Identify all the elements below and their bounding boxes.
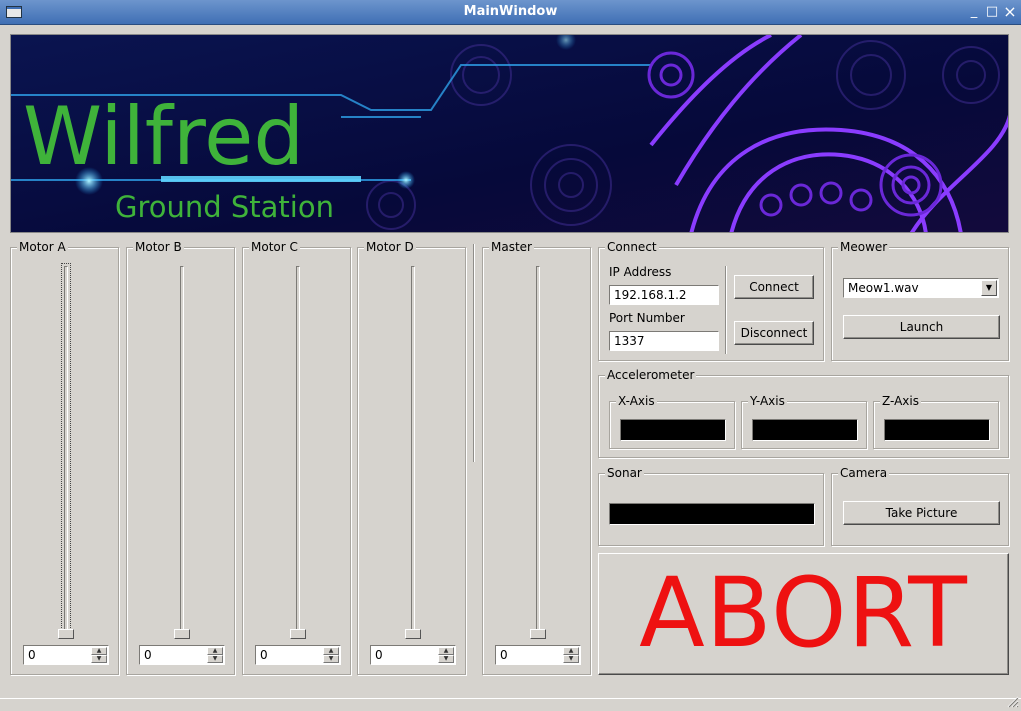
- slider-handle[interactable]: [58, 629, 74, 639]
- x-axis-display: [620, 419, 726, 441]
- motor-d-spinbox[interactable]: 0 ▲ ▼: [370, 645, 456, 665]
- window-titlebar[interactable]: MainWindow _ □ ×: [0, 0, 1021, 25]
- banner-image: Wilfred Ground Station: [10, 34, 1009, 233]
- motor-c-spinbox[interactable]: 0 ▲ ▼: [255, 645, 341, 665]
- sonar-display: [609, 503, 815, 525]
- spin-up-icon[interactable]: ▲: [438, 647, 454, 655]
- spin-up-icon[interactable]: ▲: [323, 647, 339, 655]
- camera-group-label: Camera: [838, 466, 890, 480]
- master-value: 0: [500, 648, 508, 662]
- master-slider[interactable]: [529, 266, 547, 639]
- motor-b-spinbox[interactable]: 0 ▲ ▼: [139, 645, 225, 665]
- dropdown-arrow-icon[interactable]: ▼: [981, 280, 997, 296]
- ip-address-label: IP Address: [609, 265, 672, 279]
- port-number-input[interactable]: 1337: [609, 331, 719, 351]
- accelerometer-group: Accelerometer X-Axis Y-Axis Z-Axis: [598, 368, 1009, 458]
- accelerometer-group-label: Accelerometer: [605, 368, 697, 382]
- x-axis-group: X-Axis: [609, 394, 735, 449]
- slider-handle[interactable]: [290, 629, 306, 639]
- launch-button[interactable]: Launch: [843, 315, 1000, 339]
- spin-down-icon[interactable]: ▼: [323, 655, 339, 663]
- meower-group-label: Meower: [838, 240, 890, 254]
- connect-group-label: Connect: [605, 240, 659, 254]
- window-title: MainWindow: [463, 4, 558, 19]
- master-spinbox[interactable]: 0 ▲ ▼: [495, 645, 581, 665]
- motor-a-label: Motor A: [17, 240, 68, 254]
- master-label: Master: [489, 240, 534, 254]
- connect-button[interactable]: Connect: [734, 275, 814, 299]
- motor-c-value: 0: [260, 648, 268, 662]
- motor-a-value: 0: [28, 648, 36, 662]
- motor-a-spinbox[interactable]: 0 ▲ ▼: [23, 645, 109, 665]
- spin-up-icon[interactable]: ▲: [207, 647, 223, 655]
- banner-subtitle: Ground Station: [115, 190, 334, 224]
- spin-down-icon[interactable]: ▼: [207, 655, 223, 663]
- z-axis-label: Z-Axis: [880, 394, 921, 408]
- y-axis-group: Y-Axis: [741, 394, 867, 449]
- disconnect-button[interactable]: Disconnect: [734, 321, 814, 345]
- size-grip-icon[interactable]: [1007, 696, 1019, 708]
- spin-up-icon[interactable]: ▲: [91, 647, 107, 655]
- port-number-label: Port Number: [609, 311, 685, 325]
- camera-group: Camera Take Picture: [831, 466, 1009, 546]
- motor-c-group: Motor C 0 ▲ ▼: [242, 240, 351, 675]
- motor-c-slider[interactable]: [289, 266, 307, 639]
- motor-d-slider[interactable]: [404, 266, 422, 639]
- close-icon[interactable]: ×: [1002, 4, 1018, 20]
- meower-group: Meower Meow1.wav ▼ Launch: [831, 240, 1009, 361]
- motor-d-group: Motor D 0 ▲ ▼: [357, 240, 466, 675]
- motor-b-value: 0: [144, 648, 152, 662]
- motor-d-value: 0: [375, 648, 383, 662]
- connect-divider: [725, 266, 727, 354]
- slider-handle[interactable]: [530, 629, 546, 639]
- z-axis-group: Z-Axis: [873, 394, 999, 449]
- master-group: Master 0 ▲ ▼: [482, 240, 591, 675]
- y-axis-display: [752, 419, 858, 441]
- slider-handle[interactable]: [405, 629, 421, 639]
- sonar-group: Sonar: [598, 466, 824, 546]
- y-axis-label: Y-Axis: [748, 394, 787, 408]
- spin-down-icon[interactable]: ▼: [438, 655, 454, 663]
- maximize-icon[interactable]: □: [984, 4, 1000, 20]
- ip-address-input[interactable]: 192.168.1.2: [609, 285, 719, 305]
- motor-b-slider[interactable]: [173, 266, 191, 639]
- spin-down-icon[interactable]: ▼: [563, 655, 579, 663]
- x-axis-label: X-Axis: [616, 394, 657, 408]
- slider-handle[interactable]: [174, 629, 190, 639]
- minimize-icon[interactable]: _: [966, 4, 982, 20]
- splitter-handle[interactable]: [473, 244, 475, 462]
- meow-file-select[interactable]: Meow1.wav ▼: [843, 278, 999, 298]
- motor-b-group: Motor B 0 ▲ ▼: [126, 240, 235, 675]
- spin-down-icon[interactable]: ▼: [91, 655, 107, 663]
- status-bar: [0, 698, 1021, 711]
- banner-title: Wilfred: [23, 90, 305, 183]
- motor-c-label: Motor C: [249, 240, 300, 254]
- motor-a-group: Motor A 0 ▲ ▼: [10, 240, 119, 675]
- spin-up-icon[interactable]: ▲: [563, 647, 579, 655]
- abort-button[interactable]: ABORT: [598, 553, 1009, 675]
- motor-b-label: Motor B: [133, 240, 184, 254]
- z-axis-display: [884, 419, 990, 441]
- take-picture-button[interactable]: Take Picture: [843, 501, 1000, 525]
- motor-a-slider[interactable]: [57, 263, 75, 639]
- sonar-group-label: Sonar: [605, 466, 644, 480]
- motor-d-label: Motor D: [364, 240, 416, 254]
- meow-file-value: Meow1.wav: [848, 281, 919, 295]
- connect-group: Connect IP Address 192.168.1.2 Port Numb…: [598, 240, 824, 361]
